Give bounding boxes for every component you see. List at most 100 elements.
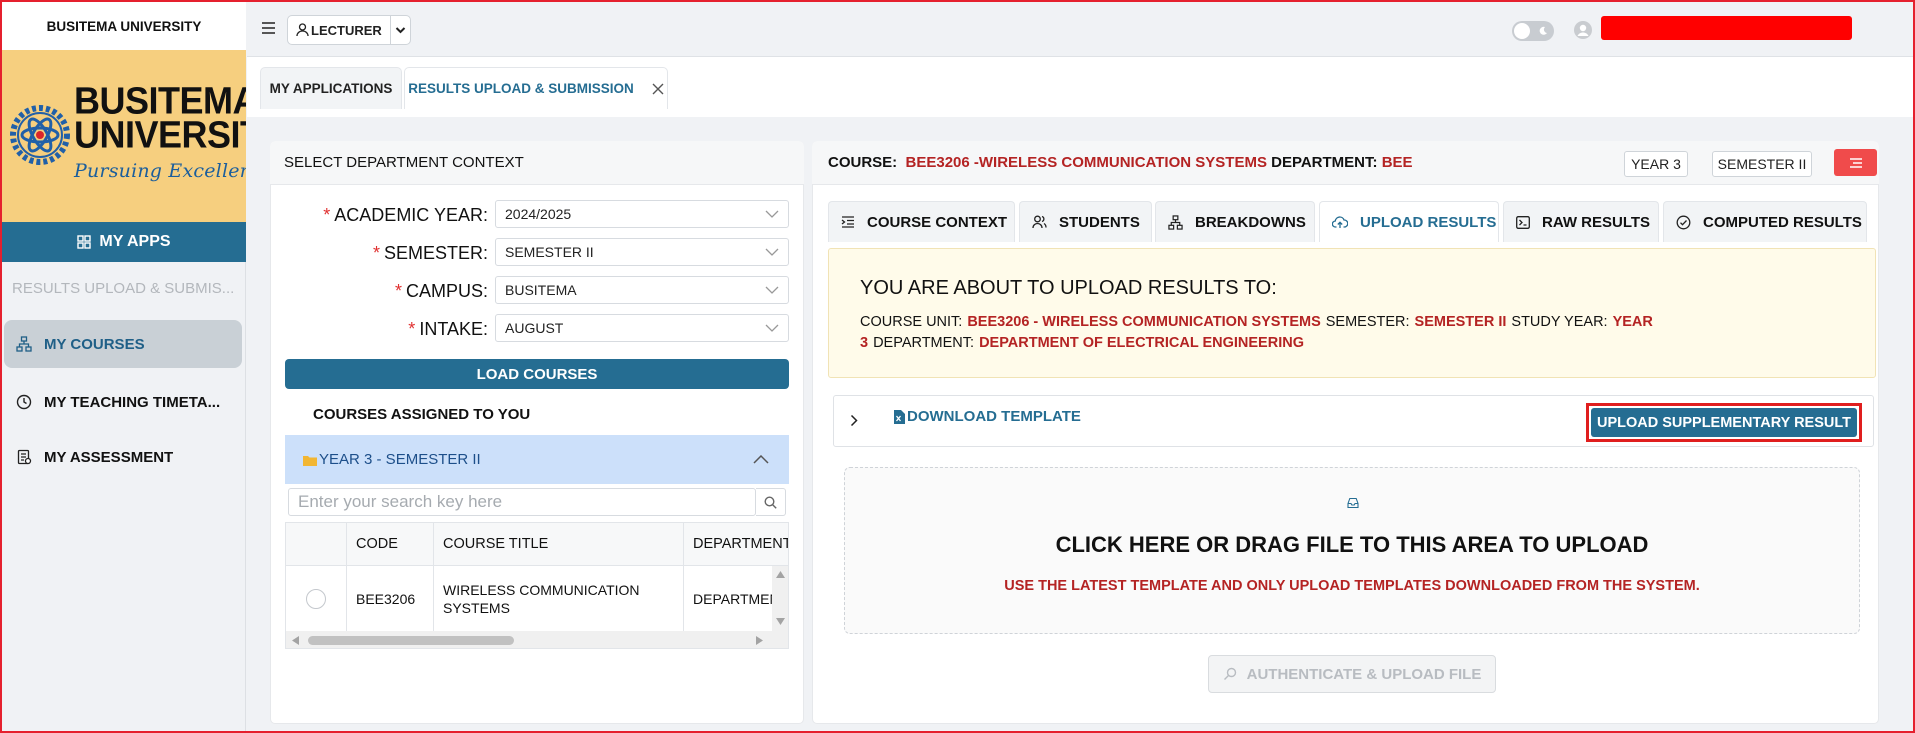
tab-computed-results[interactable]: COMPUTED RESULTS bbox=[1663, 201, 1867, 242]
university-logo: BUSITEMA UNIVERSITY Pursuing Excellence bbox=[2, 50, 246, 222]
my-apps-button[interactable]: MY APPS bbox=[2, 222, 246, 262]
course-info: COURSE: BEE3206 -WIRELESS COMMUNICATION … bbox=[828, 154, 1413, 171]
course-radio[interactable] bbox=[306, 588, 326, 609]
hierarchy-icon bbox=[1168, 214, 1183, 230]
scroll-right-arrow-icon[interactable] bbox=[756, 636, 763, 645]
terminal-icon bbox=[1516, 215, 1530, 229]
download-template-link[interactable]: DOWNLOAD TEMPLATE bbox=[893, 408, 1081, 425]
semester-chip: SEMESTER II bbox=[1712, 151, 1812, 177]
chevron-up-icon[interactable] bbox=[753, 455, 769, 464]
assigned-courses-title: COURSES ASSIGNED TO YOU bbox=[313, 406, 531, 423]
cell-code: BEE3206 bbox=[347, 566, 434, 631]
close-icon[interactable] bbox=[652, 83, 664, 95]
check-circle-icon bbox=[1676, 215, 1691, 230]
sidebar: BUSITEMA UNIVERSITY BUSITEMA UNIVERSITY … bbox=[2, 2, 246, 731]
year-semester-group[interactable]: YEAR 3 - SEMESTER II bbox=[285, 435, 789, 484]
notice-details-line-2: 3 DEPARTMENT: DEPARTMENT OF ELECTRICAL ENG… bbox=[860, 335, 1304, 351]
campus-select[interactable]: BUSITEMA bbox=[495, 276, 789, 304]
key-search-icon bbox=[1223, 667, 1236, 680]
tab-my-applications[interactable]: MY APPLICATIONS bbox=[260, 67, 402, 109]
menu-options-button[interactable] bbox=[1834, 149, 1877, 176]
vertical-scrollbar[interactable] bbox=[772, 566, 788, 631]
sidebar-item-label: MY COURSES bbox=[44, 335, 145, 353]
department-value: BEE bbox=[1381, 154, 1413, 171]
tab-label: MY APPLICATIONS bbox=[269, 81, 393, 96]
role-label: LECTURER bbox=[311, 22, 382, 38]
tab-results-upload[interactable]: RESULTS UPLOAD & SUBMISSION bbox=[404, 67, 668, 109]
courses-table: CODE COURSE TITLE DEPARTMENT BEE3206 WIR… bbox=[285, 522, 789, 649]
hierarchy-icon bbox=[14, 336, 34, 352]
dropzone-hint: USE THE LATEST TEMPLATE AND ONLY UPLOAD … bbox=[1004, 578, 1700, 594]
course-value: BEE3206 -WIRELESS COMMUNICATION SYSTEMS bbox=[905, 154, 1267, 171]
university-title: BUSITEMA UNIVERSITY bbox=[2, 2, 246, 50]
horizontal-scrollbar[interactable] bbox=[286, 631, 788, 648]
group-label: YEAR 3 - SEMESTER II bbox=[319, 451, 481, 468]
tab-students[interactable]: STUDENTS bbox=[1019, 201, 1152, 242]
list-indent-icon bbox=[841, 216, 855, 228]
sidebar-item-label: MY TEACHING TIMETA... bbox=[44, 393, 221, 411]
authenticate-upload-button[interactable]: AUTHENTICATE & UPLOAD FILE bbox=[1208, 655, 1496, 693]
load-courses-button[interactable]: LOAD COURSES bbox=[285, 359, 789, 389]
academic-year-select[interactable]: 2024/2025 bbox=[495, 200, 789, 228]
intake-select[interactable]: AUGUST bbox=[495, 314, 789, 342]
course-search-input[interactable]: Enter your search key here bbox=[288, 488, 756, 516]
year-chip: YEAR 3 bbox=[1624, 151, 1688, 177]
cell-title: WIRELESS COMMUNICATION SYSTEMS bbox=[434, 566, 684, 631]
chevron-down-icon[interactable] bbox=[391, 26, 410, 34]
scroll-up-arrow-icon[interactable] bbox=[776, 571, 785, 578]
dropzone-title: CLICK HERE OR DRAG FILE TO THIS AREA TO … bbox=[1055, 532, 1649, 557]
tab-breakdowns[interactable]: BREAKDOWNS bbox=[1155, 201, 1315, 242]
select-column-header bbox=[286, 523, 347, 566]
excel-file-icon bbox=[894, 409, 905, 424]
semester-label: * SEMESTER: bbox=[372, 243, 488, 263]
semester-select[interactable]: SEMESTER II bbox=[495, 238, 789, 266]
moon-icon bbox=[1539, 26, 1547, 35]
academic-year-label: * ACADEMIC YEAR: bbox=[323, 205, 488, 225]
panel-title: SELECT DEPARTMENT CONTEXT bbox=[270, 141, 804, 185]
list-icon bbox=[1849, 157, 1862, 168]
upload-target-notice: YOU ARE ABOUT TO UPLOAD RESULTS TO: COUR… bbox=[828, 248, 1876, 378]
clock-icon bbox=[14, 394, 34, 410]
search-icon bbox=[764, 495, 777, 509]
folder-icon bbox=[303, 455, 317, 466]
user-avatar-icon[interactable] bbox=[1573, 20, 1593, 40]
grid-icon bbox=[77, 235, 92, 249]
column-header-code: CODE bbox=[347, 523, 434, 566]
sidebar-item-label: MY ASSESSMENT bbox=[44, 448, 174, 466]
cloud-upload-icon bbox=[1332, 215, 1348, 229]
redacted-username bbox=[1601, 16, 1852, 40]
chevron-down-icon bbox=[765, 210, 779, 218]
search-button[interactable] bbox=[756, 488, 786, 516]
chevron-right-icon[interactable] bbox=[850, 414, 858, 427]
file-dropzone[interactable]: CLICK HERE OR DRAG FILE TO THIS AREA TO … bbox=[844, 467, 1860, 634]
users-icon bbox=[1032, 215, 1047, 229]
tab-upload-results[interactable]: UPLOAD RESULTS bbox=[1319, 201, 1499, 242]
user-icon bbox=[296, 23, 309, 37]
atom-emblem-icon bbox=[10, 105, 70, 165]
role-selector[interactable]: LECTURER bbox=[287, 15, 411, 45]
table-row-select[interactable] bbox=[286, 566, 347, 631]
inbox-icon bbox=[1347, 497, 1359, 509]
intake-label: * INTAKE: bbox=[408, 319, 488, 339]
chevron-down-icon bbox=[765, 324, 779, 332]
sidebar-item-my-courses[interactable]: MY COURSES bbox=[4, 320, 242, 368]
theme-toggle[interactable] bbox=[1512, 21, 1554, 41]
tab-course-context[interactable]: COURSE CONTEXT bbox=[828, 201, 1015, 242]
logo-motto: Pursuing Excellence bbox=[74, 160, 246, 182]
notice-details-line-1: COURSE UNIT: BEE3206 - WIRELESS COMMUNICA… bbox=[860, 314, 1653, 330]
notice-heading: YOU ARE ABOUT TO UPLOAD RESULTS TO: bbox=[860, 277, 1277, 299]
chevron-down-icon bbox=[765, 286, 779, 294]
upload-supplementary-button[interactable]: UPLOAD SUPPLEMENTARY RESULT bbox=[1591, 408, 1857, 437]
sidebar-item-teaching-timetable[interactable]: MY TEACHING TIMETA... bbox=[4, 378, 242, 426]
cell-department: DEPARTMEN bbox=[684, 566, 774, 631]
column-header-department: DEPARTMENT bbox=[684, 523, 788, 566]
scroll-down-arrow-icon[interactable] bbox=[776, 618, 785, 625]
menu-icon[interactable] bbox=[261, 21, 276, 35]
breadcrumb: RESULTS UPLOAD & SUBMIS... bbox=[12, 280, 235, 297]
tab-raw-results[interactable]: RAW RESULTS bbox=[1503, 201, 1659, 242]
scroll-left-arrow-icon[interactable] bbox=[292, 636, 299, 645]
chevron-down-icon bbox=[765, 248, 779, 256]
sidebar-item-my-assessment[interactable]: MY ASSESSMENT bbox=[4, 433, 242, 481]
campus-label: * CAMPUS: bbox=[394, 281, 488, 301]
scroll-thumb[interactable] bbox=[308, 636, 514, 645]
